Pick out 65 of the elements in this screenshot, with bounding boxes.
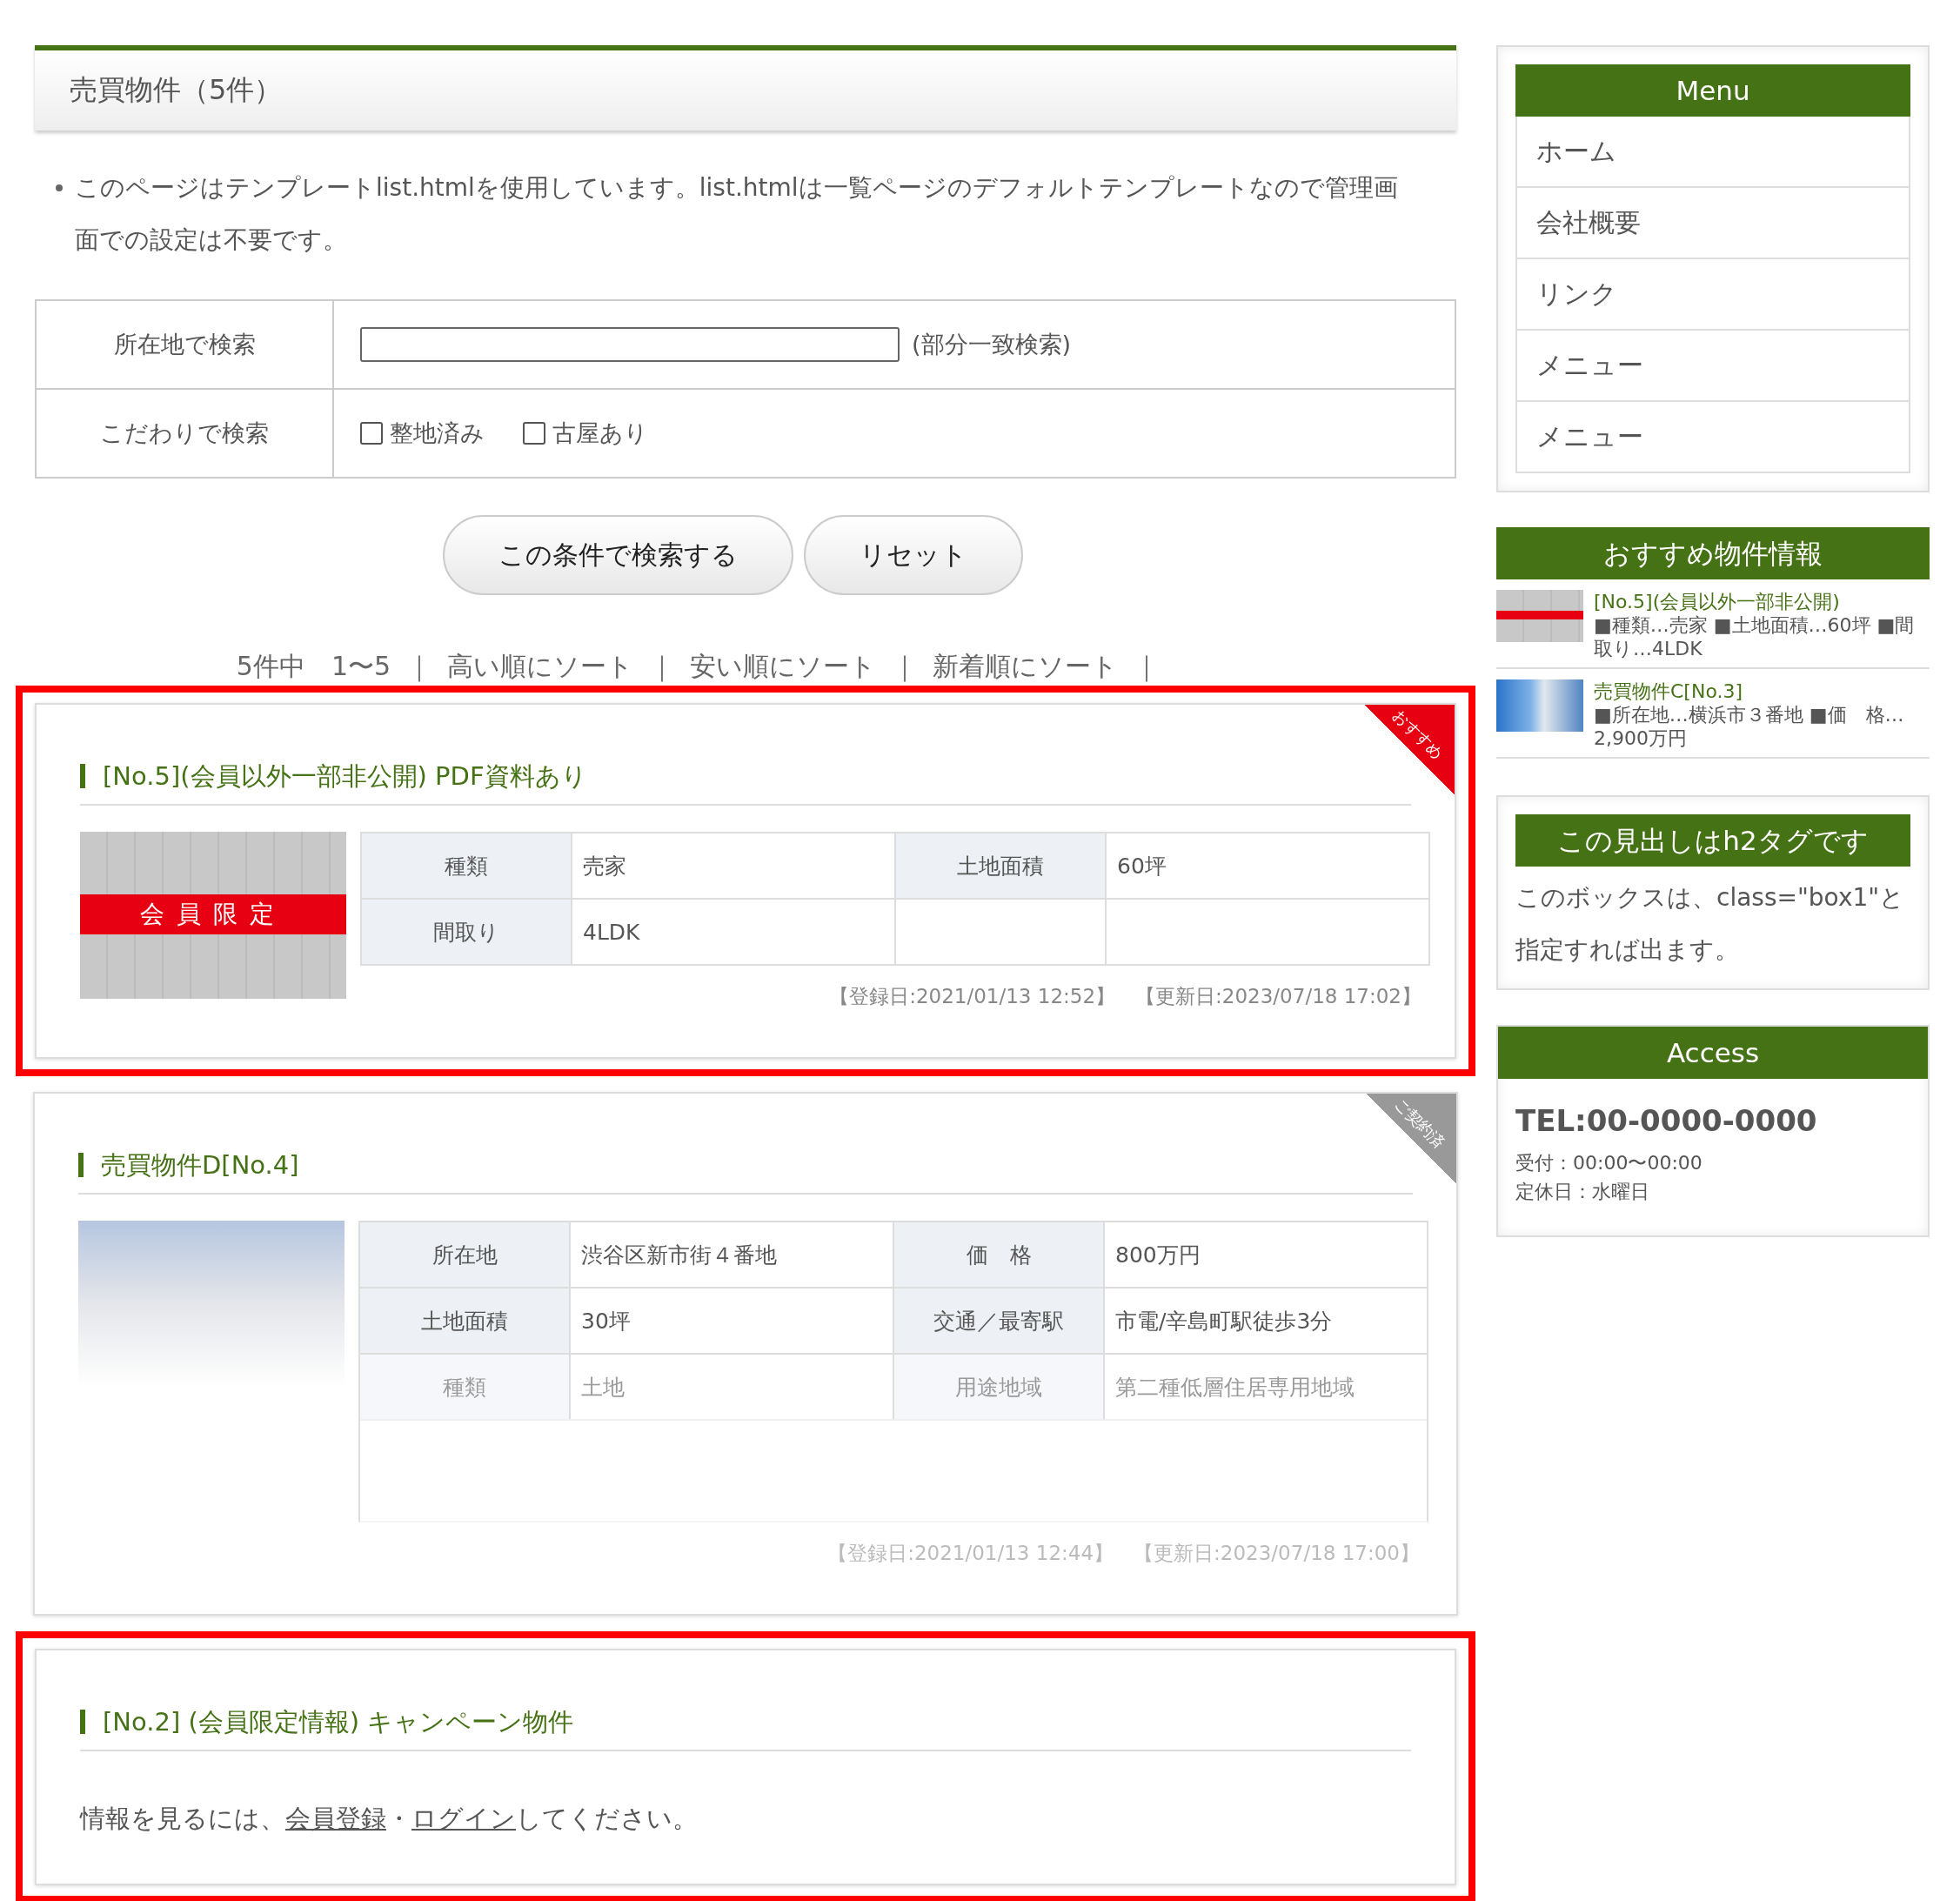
featured-summary: ■所在地…横浜市３番地 ■価 格…2,900万円 [1594,703,1905,750]
access-heading: Access [1498,1027,1928,1079]
field-label: 価 格 [894,1222,1105,1287]
register-link[interactable]: 会員登録 [285,1804,386,1833]
menu-item[interactable]: 会社概要 [1517,186,1909,258]
listing-dates: 【登録日:2021/01/13 12:52】 【更新日:2023/07/18 17:02】 [828,984,1422,1009]
field-label: 土地面積 [896,833,1107,898]
reset-button[interactable]: リセット [803,515,1023,595]
menu-item[interactable]: リンク [1517,258,1909,329]
sort-link[interactable]: 安い順にソート [690,647,877,686]
featured-link[interactable]: 売買物件C[No.3] [1594,679,1930,703]
search-button[interactable]: この条件で検索する [442,515,793,595]
checkbox[interactable] [360,422,383,445]
phone-number: TEL:00-0000-0000 [1515,1103,1818,1138]
search-field[interactable] [360,327,900,362]
note-text: このページはテンプレートlist.htmlを使用しています。list.htmlは一覧ページのデフォルトテンプレートなので管理画面での設定は不要です。 [75,172,1399,256]
field-label: 交通／最寄駅 [894,1289,1105,1353]
search-label: 所在地で検索 [37,301,334,388]
field-value: 第二種低層住居専用地域 [1114,1373,1355,1402]
field-value: 800万円 [1114,1241,1201,1269]
field-label: 種類 [360,1355,571,1419]
field-label: 間取り [362,900,572,964]
sort-link[interactable]: 高い順にソート [447,647,634,686]
title-accent-bar [80,764,85,788]
corner-ribbon: おすすめ [1364,705,1455,795]
checkbox[interactable] [523,422,545,445]
hours-text: 受付：00:00〜00:00 [1515,1151,1703,1175]
checkbox-label[interactable]: 整地済み [390,418,485,449]
listing-title[interactable]: [No.5](会員以外一部非公開) PDF資料あり [103,757,587,795]
featured-summary: ■種類…売家 ■土地面積…60坪 ■間取り…4LDK [1594,613,1916,660]
menu-item[interactable]: メニュー [1517,329,1909,400]
separator: ｜ [892,650,918,684]
listing-title[interactable]: 売買物件D[No.4] [101,1146,299,1184]
result-count: 5件中 1〜5 [236,650,391,683]
corner-ribbon: ご契約済 [1366,1094,1456,1184]
page-title: 売買物件（5件） [70,72,284,108]
box-heading: この見出しはh2タグです [1515,814,1910,867]
login-prompt: 情報を見るには、会員登録・ログイン してください。 [80,1803,699,1835]
field-label: 所在地 [360,1222,571,1287]
login-link[interactable]: ログイン [411,1804,516,1833]
title-accent-bar [80,1710,85,1734]
field-value: 市電/辛島町駅徒歩3分 [1114,1307,1334,1335]
separator: ｜ [1134,650,1160,684]
members-only-banner: 会員限定 [80,894,346,934]
listing-title[interactable]: [No.2] (会員限定情報) キャンペーン物件 [103,1703,574,1741]
field-label: 種類 [362,833,572,898]
sort-link[interactable]: 新着順にソート [933,647,1119,686]
title-accent-bar [78,1153,84,1177]
menu-item[interactable]: ホーム [1517,117,1909,186]
featured-heading: おすすめ物件情報 [1496,527,1930,579]
field-label: 用途地域 [894,1355,1105,1419]
listing-dates: 【登録日:2021/01/13 12:44】 【更新日:2023/07/18 17:00】 [826,1541,1421,1566]
bullet-icon [56,184,63,191]
field-value: 60坪 [1116,852,1167,880]
checkbox-label[interactable]: 古屋あり [552,418,648,449]
menu-heading: Menu [1515,64,1910,117]
hours-text: 定休日：水曜日 [1515,1180,1650,1204]
field-label: 土地面積 [360,1289,571,1353]
featured-link[interactable]: [No.5](会員以外一部非公開) [1594,590,1930,613]
separator: ｜ [649,650,675,684]
separator: ｜ [406,650,432,684]
menu-item[interactable]: メニュー [1517,400,1909,472]
search-label: こだわりで検索 [37,390,334,477]
box-text: このボックスは、class="box1"と指定すれば出ます。 [1515,882,1906,966]
search-hint: (部分一致検索) [912,330,1072,359]
